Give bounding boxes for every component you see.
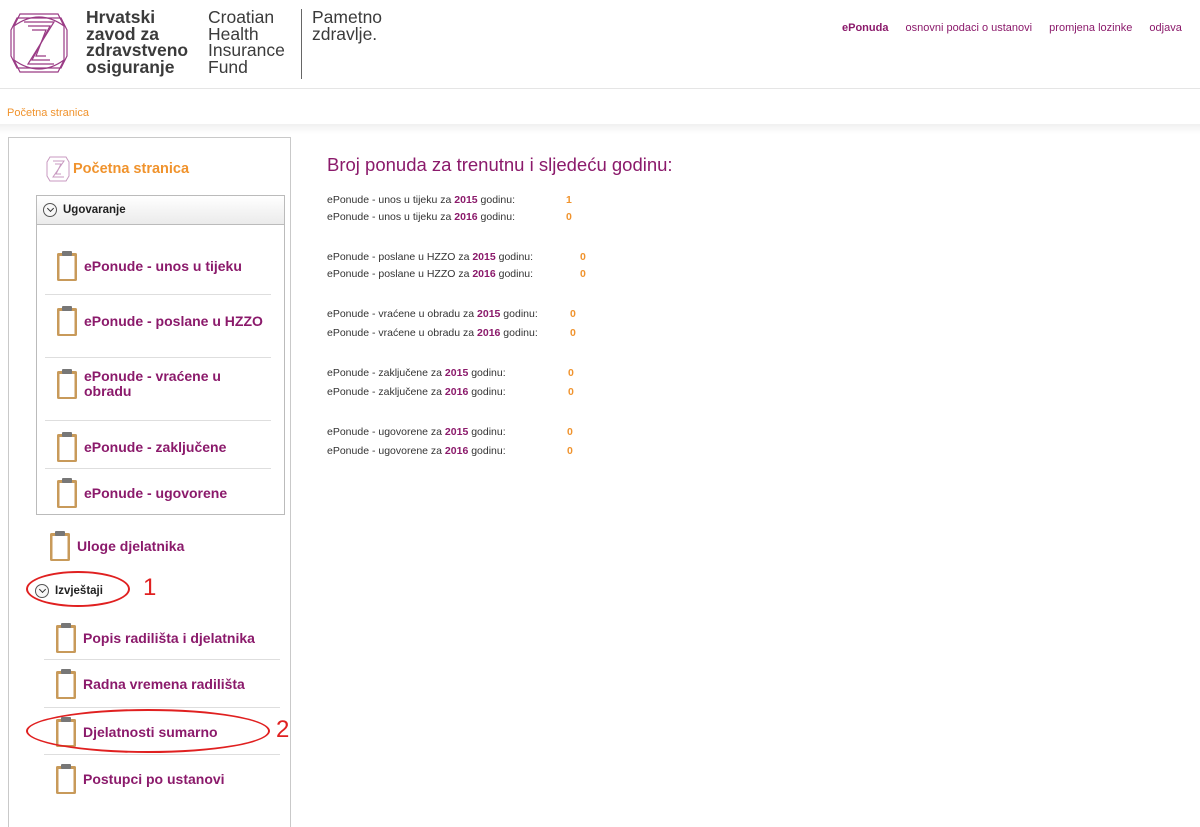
clipboard-icon bbox=[56, 623, 76, 653]
sidebar-item-ugovorene[interactable]: ePonude - ugovorene bbox=[56, 475, 266, 511]
sidebar-home-label: Početna stranica bbox=[73, 161, 190, 177]
annotation-number-2: 2 bbox=[276, 716, 290, 743]
stat-value: 0 bbox=[580, 251, 586, 263]
sidebar-item-label: Uloge djelatnika bbox=[77, 537, 185, 554]
logo-text-english: Croatian Health Insurance Fund bbox=[208, 7, 285, 77]
breadcrumb[interactable]: Početna stranica bbox=[7, 107, 89, 119]
clipboard-icon bbox=[50, 531, 70, 561]
sidebar-item-zakljucene[interactable]: ePonude - zaključene bbox=[56, 429, 266, 465]
stat-value: 0 bbox=[570, 308, 576, 320]
hzzo-logo-icon bbox=[10, 13, 68, 73]
stat-row: ePonude - poslane u HZZO za 2015 godinu: bbox=[327, 251, 534, 263]
nav-promjena-lozinke[interactable]: promjena lozinke bbox=[1049, 22, 1132, 34]
menu-separator bbox=[44, 754, 280, 755]
nav-eponuda[interactable]: ePonuda bbox=[842, 22, 888, 34]
stat-row: ePonude - ugovorene za 2016 godinu: bbox=[327, 445, 506, 457]
stat-value: 0 bbox=[566, 211, 572, 223]
annotation-ellipse-1 bbox=[26, 571, 130, 607]
chevron-down-icon bbox=[43, 203, 57, 217]
sidebar-item-label: ePonude - poslane u HZZO bbox=[84, 312, 263, 329]
stat-row: ePonude - poslane u HZZO za 2016 godinu: bbox=[327, 268, 534, 280]
sidebar-home-link[interactable]: Početna stranica bbox=[45, 154, 189, 184]
sidebar-item-label: Popis radilišta i djelatnika bbox=[83, 629, 255, 646]
stat-row: ePonude - zaključene za 2016 godinu: bbox=[327, 386, 506, 398]
menu-separator bbox=[45, 468, 271, 469]
stat-value: 0 bbox=[567, 445, 573, 457]
sidebar-item-label: ePonude - zaključene bbox=[84, 438, 227, 455]
menu-separator bbox=[45, 294, 271, 295]
clipboard-icon bbox=[56, 669, 76, 699]
top-navigation: ePonuda osnovni podaci o ustanovi promje… bbox=[842, 22, 1196, 34]
sidebar-item-uloge-djelatnika[interactable]: Uloge djelatnika bbox=[49, 528, 269, 564]
sidebar-item-label: Radna vremena radilišta bbox=[83, 675, 245, 692]
clipboard-icon bbox=[57, 251, 77, 281]
sidebar-item-radna-vremena[interactable]: Radna vremena radilišta bbox=[55, 666, 285, 702]
stat-value: 0 bbox=[568, 386, 574, 398]
clipboard-icon bbox=[57, 369, 77, 399]
hzzo-small-logo-icon bbox=[46, 156, 70, 182]
stat-row: ePonude - vraćene u obradu za 2016 godin… bbox=[327, 327, 538, 339]
stat-value: 1 bbox=[566, 194, 572, 206]
sidebar-item-label: Postupci po ustanovi bbox=[83, 770, 225, 787]
stat-value: 0 bbox=[568, 367, 574, 379]
stat-row: ePonude - unos u tijeku za 2016 godinu: bbox=[327, 211, 515, 223]
menu-separator bbox=[44, 707, 280, 708]
accordion-ugovaranje-label: Ugovaranje bbox=[63, 204, 126, 216]
clipboard-icon bbox=[56, 764, 76, 794]
annotation-number-1: 1 bbox=[143, 574, 157, 601]
nav-osnovni-podaci[interactable]: osnovni podaci o ustanovi bbox=[906, 22, 1033, 34]
stat-row: ePonude - vraćene u obradu za 2015 godin… bbox=[327, 308, 538, 320]
sidebar-item-unos-u-tijeku[interactable]: ePonude - unos u tijeku bbox=[56, 248, 266, 284]
clipboard-icon bbox=[57, 478, 77, 508]
logo-divider bbox=[301, 9, 302, 79]
sidebar-item-label: ePonude - ugovorene bbox=[84, 484, 228, 501]
menu-separator bbox=[44, 659, 280, 660]
page-header: Hrvatski zavod za zdravstveno osiguranje… bbox=[0, 0, 1200, 88]
stat-row: ePonude - unos u tijeku za 2015 godinu: bbox=[327, 194, 515, 206]
logo-slogan: Pametno zdravlje. bbox=[312, 7, 383, 44]
sidebar-item-poslane-u-hzzo[interactable]: ePonude - poslane u HZZO bbox=[56, 303, 266, 339]
stat-value: 0 bbox=[570, 327, 576, 339]
clipboard-icon bbox=[57, 432, 77, 462]
sidebar-item-postupci-po-ustanovi[interactable]: Postupci po ustanovi bbox=[55, 761, 285, 797]
sidebar-item-label: ePonude - unos u tijeku bbox=[84, 257, 242, 274]
sidebar-item-vracene-u-obradu[interactable]: ePonude - vraćene u obradu bbox=[56, 366, 266, 402]
sidebar-item-label: ePonude - vraćene u obradu bbox=[84, 368, 221, 399]
breadcrumb-shadow bbox=[0, 124, 1200, 134]
stat-row: ePonude - zaključene za 2015 godinu: bbox=[327, 367, 506, 379]
page-title: Broj ponuda za trenutnu i sljedeću godin… bbox=[327, 154, 673, 175]
stat-row: ePonude - ugovorene za 2015 godinu: bbox=[327, 426, 506, 438]
annotation-ellipse-2 bbox=[26, 709, 270, 753]
menu-separator bbox=[45, 357, 271, 358]
menu-separator bbox=[45, 420, 271, 421]
sidebar-item-popis-radilista[interactable]: Popis radilišta i djelatnika bbox=[55, 620, 285, 656]
accordion-ugovaranje-header[interactable]: Ugovaranje bbox=[36, 195, 285, 225]
accordion-ugovaranje-body: ePonude - unos u tijeku ePonude - poslan… bbox=[36, 224, 285, 515]
stat-value: 0 bbox=[580, 268, 586, 280]
stat-value: 0 bbox=[567, 426, 573, 438]
nav-odjava[interactable]: odjava bbox=[1149, 22, 1181, 34]
header-divider bbox=[0, 88, 1200, 89]
logo-text-croatian: Hrvatski zavod za zdravstveno osiguranje bbox=[86, 7, 189, 77]
clipboard-icon bbox=[57, 306, 77, 336]
